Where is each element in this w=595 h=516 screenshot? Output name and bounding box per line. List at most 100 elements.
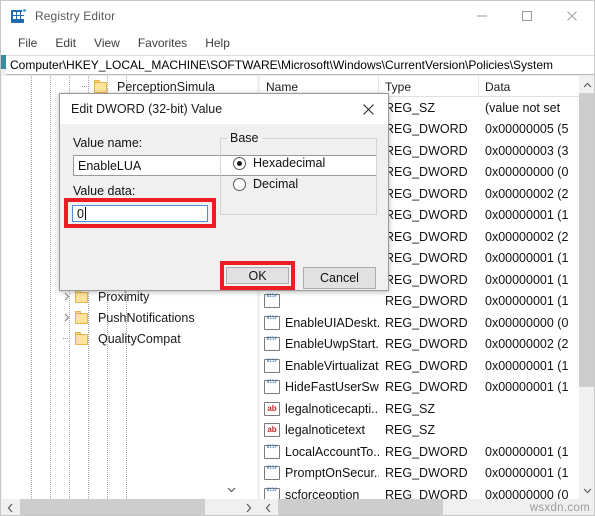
tree-hscroll-left-arrow[interactable]: [2, 499, 19, 515]
menu-favorites[interactable]: Favorites: [129, 34, 196, 52]
table-row[interactable]: LocalAccountTo... REG_DWORD 0x00000001 (1: [260, 441, 594, 463]
maximize-button[interactable]: [504, 1, 549, 31]
value-name-cell: EnableUIADeskt...: [285, 315, 379, 330]
value-data-label: Value data:: [73, 184, 136, 198]
tree-node-label: Proximity: [98, 289, 150, 304]
value-name-cell: legalnoticetext: [285, 423, 365, 438]
table-row[interactable]: EnableUwpStart... REG_DWORD 0x00000002 (2: [260, 334, 594, 356]
string-value-icon: [264, 401, 280, 416]
tree-scroll-down-arrow[interactable]: [224, 482, 238, 498]
radio-decimal-indicator: [233, 177, 246, 191]
value-type-cell: REG_DWORD: [385, 337, 468, 352]
folder-icon: [74, 331, 90, 346]
value-data-cell: 0x00000001 (1: [485, 272, 569, 287]
window-title: Registry Editor: [35, 9, 116, 23]
radio-hexadecimal-indicator: [233, 156, 246, 170]
tree-hscroll-thumb[interactable]: [20, 499, 205, 515]
column-header-type[interactable]: Type: [379, 76, 479, 97]
list-vertical-scrollbar[interactable]: [579, 76, 594, 515]
dword-value-icon: [264, 358, 280, 373]
table-row[interactable]: REG_DWORD 0x00000001 (1: [260, 291, 594, 313]
folder-icon: [93, 79, 109, 94]
value-type-cell: REG_DWORD: [385, 380, 468, 395]
close-button[interactable]: [549, 1, 594, 31]
menu-view[interactable]: View: [85, 34, 129, 52]
value-type-cell: REG_DWORD: [385, 272, 468, 287]
value-type-cell: REG_DWORD: [385, 165, 468, 180]
value-type-cell: REG_DWORD: [385, 122, 468, 137]
table-row[interactable]: EnableUIADeskt... REG_DWORD 0x00000000 (0: [260, 312, 594, 334]
value-data-cell: 0x00000005 (5: [485, 122, 569, 137]
column-header-data[interactable]: Data: [479, 76, 594, 97]
dialog-title: Edit DWORD (32-bit) Value: [71, 102, 223, 116]
dialog-close-button[interactable]: [348, 94, 388, 124]
list-vscroll-thumb[interactable]: [579, 93, 594, 387]
watermark: wsxdn.com: [529, 502, 590, 514]
tree-node[interactable]: PushNotifications: [2, 307, 242, 328]
value-type-cell: REG_DWORD: [385, 294, 468, 309]
dword-value-icon: [264, 466, 280, 481]
list-hscroll-thumb[interactable]: [278, 499, 443, 515]
base-group-label: Base: [227, 131, 262, 145]
value-type-cell: REG_DWORD: [385, 251, 468, 266]
dword-value-icon: [264, 380, 280, 395]
value-data-cell: 0x00000001 (1: [485, 294, 569, 309]
tree-node-label: PerceptionSimula: [117, 79, 215, 94]
dword-value-icon: [264, 315, 280, 330]
radio-hexadecimal[interactable]: Hexadecimal: [233, 156, 325, 170]
value-type-cell: REG_DWORD: [385, 466, 468, 481]
value-data-cell: 0x00000001 (1: [485, 251, 569, 266]
table-row[interactable]: HideFastUserSwi... REG_DWORD 0x00000001 (1: [260, 377, 594, 399]
value-name-cell: legalnoticecapti...: [285, 401, 379, 416]
value-data-input[interactable]: 0: [72, 205, 208, 222]
tree-hscroll-right-arrow[interactable]: [240, 499, 257, 515]
value-name-cell: LocalAccountTo...: [285, 444, 379, 459]
table-row[interactable]: EnableVirtualizat... REG_DWORD 0x00000001 …: [260, 355, 594, 377]
registry-editor-icon: [11, 8, 27, 24]
value-data-cell: 0x00000003 (3: [485, 143, 569, 158]
edit-dword-dialog: Edit DWORD (32-bit) Value Value name: En…: [59, 93, 389, 291]
list-vscroll-up-arrow[interactable]: [579, 76, 594, 93]
value-type-cell: REG_DWORD: [385, 358, 468, 373]
text-caret: [84, 207, 86, 220]
tree-connector: [59, 328, 74, 349]
value-name-cell: EnableUwpStart...: [285, 337, 379, 352]
ok-button[interactable]: OK: [226, 267, 289, 284]
table-row[interactable]: PromptOnSecur... REG_DWORD 0x00000001 (1: [260, 463, 594, 485]
table-row[interactable]: legalnoticecapti... REG_SZ: [260, 398, 594, 420]
menu-file[interactable]: File: [9, 34, 46, 52]
address-bar[interactable]: Computer\HKEY_LOCAL_MACHINE\SOFTWARE\Mic…: [6, 55, 594, 75]
dword-value-icon: [264, 294, 280, 309]
menu-bar: File Edit View Favorites Help: [1, 31, 594, 55]
folder-icon: [74, 310, 90, 325]
list-hscroll-left-arrow[interactable]: [260, 499, 277, 515]
chevron-right-icon[interactable]: [59, 307, 74, 328]
tree-horizontal-scrollbar[interactable]: [2, 499, 257, 515]
value-type-cell: REG_SZ: [385, 100, 436, 115]
tree-node-label: QualityCompat: [98, 331, 181, 346]
menu-help[interactable]: Help: [196, 34, 239, 52]
list-vscroll-down-arrow[interactable]: [579, 482, 594, 499]
value-type-cell: REG_DWORD: [385, 444, 468, 459]
value-type-cell: REG_DWORD: [385, 315, 468, 330]
dialog-title-bar: Edit DWORD (32-bit) Value: [60, 94, 388, 124]
menu-edit[interactable]: Edit: [46, 34, 85, 52]
value-data-cell: 0x00000001 (1: [485, 466, 569, 481]
value-name-text: EnableLUA: [78, 158, 142, 173]
cancel-button[interactable]: Cancel: [303, 267, 376, 289]
value-type-cell: REG_DWORD: [385, 229, 468, 244]
radio-decimal[interactable]: Decimal: [233, 177, 298, 191]
value-type-cell: REG_SZ: [385, 423, 436, 438]
value-type-cell: REG_DWORD: [385, 186, 468, 201]
tree-node[interactable]: QualityCompat: [2, 328, 242, 349]
value-data-cell: 0x00000002 (2: [485, 229, 569, 244]
value-data-cell: 0x00000002 (2: [485, 337, 569, 352]
dword-value-icon: [264, 337, 280, 352]
value-data-cell: 0x00000001 (1: [485, 444, 569, 459]
table-row[interactable]: legalnoticetext REG_SZ: [260, 420, 594, 442]
value-name-cell: PromptOnSecur...: [285, 466, 379, 481]
minimize-button[interactable]: [459, 1, 504, 31]
tree-node-label: PushNotifications: [98, 310, 195, 325]
registry-path: Computer\HKEY_LOCAL_MACHINE\SOFTWARE\Mic…: [10, 58, 554, 72]
value-type-cell: REG_DWORD: [385, 143, 468, 158]
